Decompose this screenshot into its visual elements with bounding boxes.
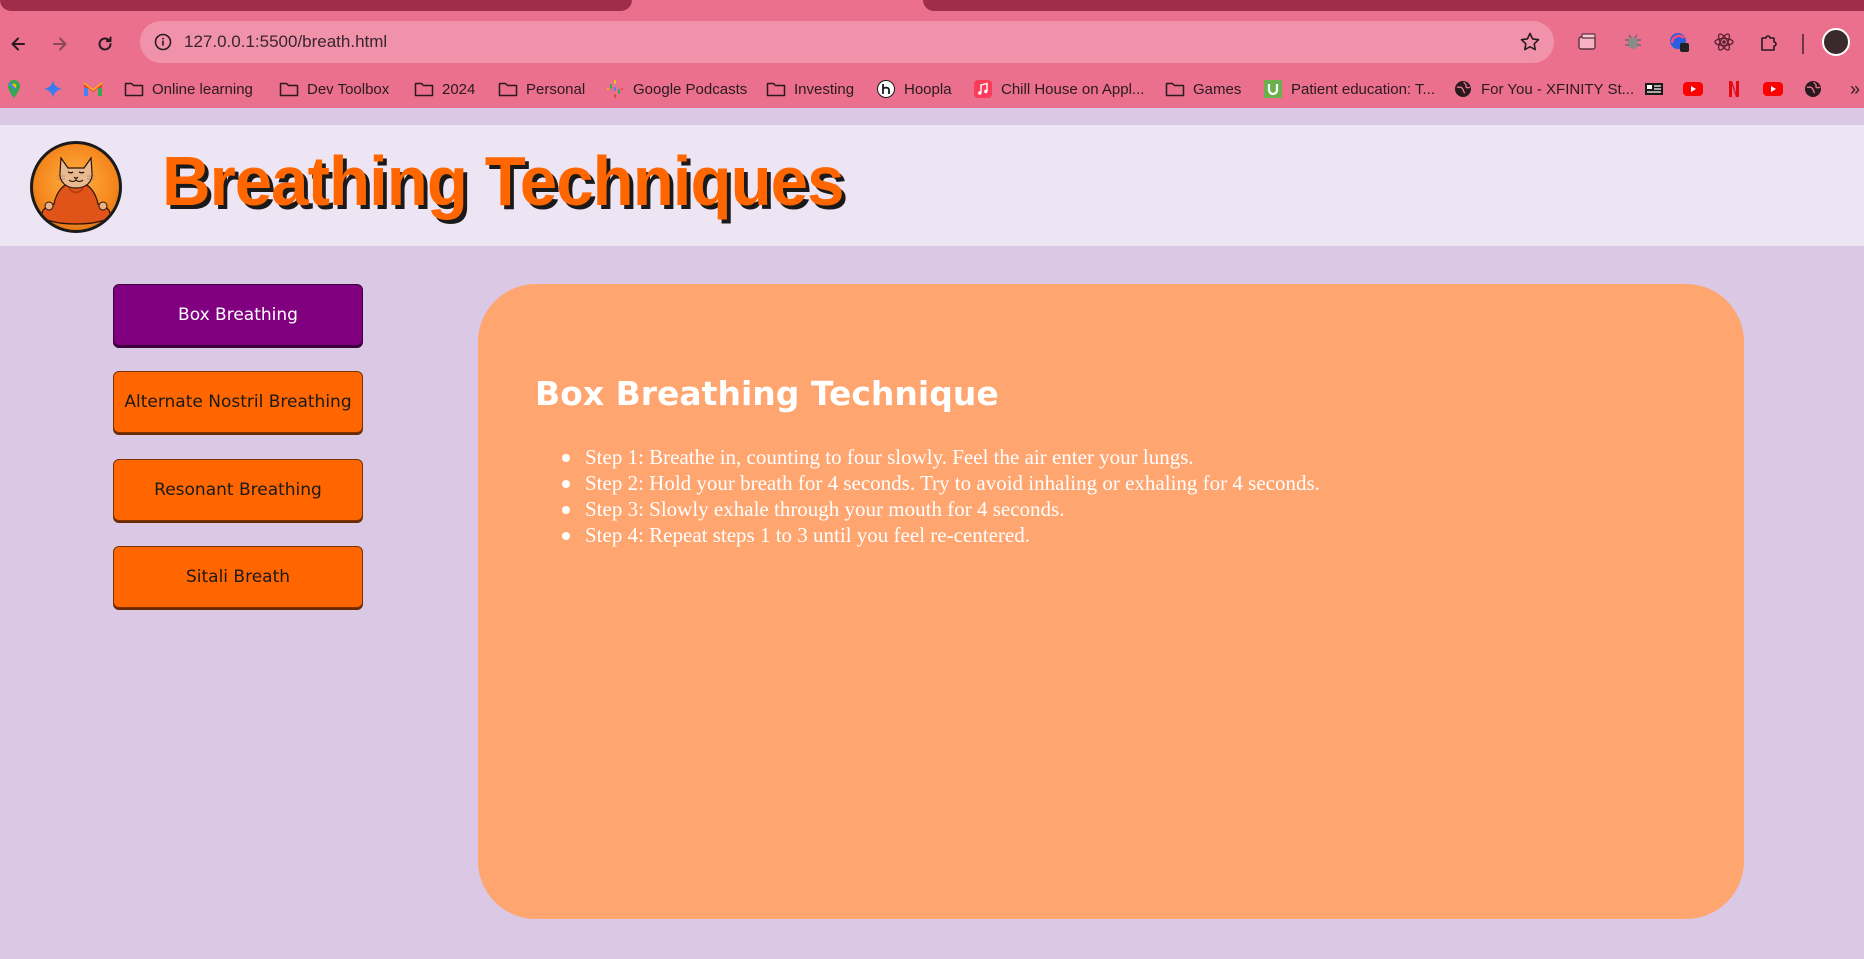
step-item: Step 2: Hold your breath for 4 seconds. … (535, 470, 1320, 496)
bookmark-label: Dev Toolbox (307, 80, 390, 98)
bookmark-star-icon[interactable] (1518, 30, 1542, 54)
bookmark-google-podcasts[interactable]: Google Podcasts (605, 76, 747, 102)
technique-steps-list: Step 1: Breathe in, counting to four slo… (535, 444, 1320, 548)
box-breathing-button[interactable]: Box Breathing (113, 284, 363, 346)
news-icon[interactable] (1644, 79, 1664, 99)
gmail-icon[interactable] (83, 79, 103, 99)
tab-active[interactable] (632, 0, 923, 14)
apple-music-icon (973, 80, 993, 98)
bookmark-label: Google Podcasts (633, 80, 748, 98)
extension-react-devtools-button[interactable] (1710, 28, 1738, 56)
bookmark-online-learning[interactable]: Online learning (124, 76, 253, 102)
window-stack-icon (1578, 33, 1596, 50)
gemini-sparkle-icon[interactable] (43, 79, 63, 99)
google-podcasts-icon (605, 80, 625, 98)
bookmark-label: For You - XFINITY St... (1481, 80, 1635, 98)
hoopla-icon (876, 80, 896, 98)
step-item: Step 4: Repeat steps 1 to 3 until you fe… (535, 522, 1320, 548)
site-info-button[interactable] (148, 27, 178, 57)
profile-avatar[interactable] (1822, 28, 1850, 56)
bookmark-investing[interactable]: Investing (766, 76, 854, 102)
globe-icon (1453, 80, 1473, 98)
bookmark-personal[interactable]: Personal (498, 76, 585, 102)
folder-icon (498, 80, 518, 98)
technique-title: Box Breathing Technique (535, 374, 999, 413)
bookmark-2024[interactable]: 2024 (414, 76, 475, 102)
bookmark-label: 2024 (442, 80, 476, 98)
globe-icon[interactable] (1803, 79, 1823, 99)
uptodate-icon (1263, 80, 1283, 98)
page-top-gap (0, 108, 1864, 124)
bookmark-xfinity[interactable]: For You - XFINITY St... (1453, 76, 1634, 102)
extensions-menu-button[interactable] (1755, 28, 1783, 56)
tab-inactive-left[interactable] (0, 0, 632, 11)
more-bookmarks-button[interactable]: » (1846, 79, 1864, 99)
address-bar[interactable]: 127.0.0.1:5500/breath.html (140, 21, 1554, 63)
react-atom-icon (1714, 33, 1734, 51)
step-item: Step 1: Breathe in, counting to four slo… (535, 444, 1320, 470)
puzzle-piece-icon (1761, 35, 1777, 51)
extension-bug-button[interactable] (1619, 28, 1647, 56)
bookmark-label: Online learning (152, 80, 253, 98)
sitali-breath-button[interactable]: Sitali Breath (113, 546, 363, 608)
youtube-icon[interactable] (1683, 79, 1703, 99)
bookmarks-bar: Online learning Dev Toolbox 2024 Persona… (0, 70, 1864, 108)
netflix-icon[interactable] (1724, 79, 1744, 99)
browser-toolbar: 127.0.0.1:5500/breath.html (0, 14, 1864, 70)
forward-button[interactable] (42, 26, 78, 62)
bookmark-hoopla[interactable]: Hoopla (876, 76, 952, 102)
forward-arrow-icon (53, 37, 67, 51)
toolbar-separator (1802, 34, 1804, 54)
colorful-extension-icon (1670, 33, 1689, 52)
technique-content-card: Box Breathing Technique Step 1: Breathe … (478, 284, 1744, 919)
resonant-breathing-button[interactable]: Resonant Breathing (113, 459, 363, 521)
alternate-nostril-breathing-button[interactable]: Alternate Nostril Breathing (113, 371, 363, 433)
reload-button[interactable] (87, 26, 123, 62)
cat-meditation-icon (41, 156, 111, 225)
tab-strip (0, 0, 1864, 14)
folder-icon (766, 80, 786, 98)
info-icon (154, 33, 172, 51)
bookmark-games[interactable]: Games (1165, 76, 1241, 102)
reload-icon (98, 36, 112, 51)
site-header: Breathing Techniques (0, 124, 1864, 246)
folder-icon (124, 80, 144, 98)
page-title: Breathing Techniques (162, 142, 844, 220)
url-text[interactable]: 127.0.0.1:5500/breath.html (184, 32, 387, 52)
bookmark-label: Chill House on Appl... (1001, 80, 1145, 98)
step-item: Step 3: Slowly exhale through your mouth… (535, 496, 1320, 522)
folder-icon (279, 80, 299, 98)
back-button[interactable] (0, 26, 36, 62)
bookmark-label: Hoopla (904, 80, 952, 98)
extension-screenshot-button[interactable] (1573, 28, 1601, 56)
youtube-icon[interactable] (1763, 79, 1783, 99)
bookmark-label: Patient education: T... (1291, 80, 1435, 98)
bookmark-patient-education[interactable]: Patient education: T... (1263, 76, 1435, 102)
bookmark-label: Investing (794, 80, 855, 98)
bookmark-dev-toolbox[interactable]: Dev Toolbox (279, 76, 389, 102)
bug-icon (1625, 34, 1641, 49)
meditating-cat-logo (30, 141, 122, 233)
tab-inactive-right[interactable] (923, 0, 1864, 11)
extension-edge-button[interactable] (1665, 28, 1693, 56)
bookmark-label: Games (1193, 80, 1242, 98)
folder-icon (414, 80, 434, 98)
google-maps-icon[interactable] (4, 79, 24, 99)
back-arrow-icon (11, 37, 25, 51)
folder-icon (1165, 80, 1185, 98)
bookmark-label: Personal (526, 80, 586, 98)
bookmark-chill-house[interactable]: Chill House on Appl... (973, 76, 1144, 102)
